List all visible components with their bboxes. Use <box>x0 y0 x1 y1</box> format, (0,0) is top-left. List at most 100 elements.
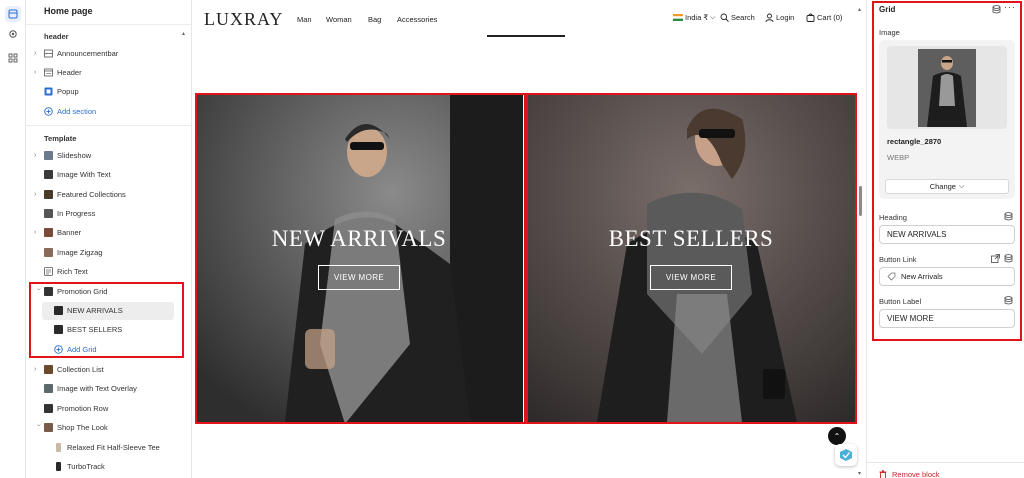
settings-gear-icon[interactable] <box>5 26 21 42</box>
sidebar-item-label: Promotion Grid <box>57 287 108 296</box>
nav-link-man[interactable]: Man <box>297 15 312 24</box>
sidebar-item-shop-the-look[interactable]: › Shop The Look <box>26 419 182 437</box>
sidebar-item-collection-list[interactable]: › Collection List <box>26 361 182 379</box>
sidebar-item-label: NEW ARRIVALS <box>67 306 123 315</box>
sidebar-item-label: Image With Text <box>57 170 111 179</box>
user-icon <box>765 13 774 22</box>
sidebar-item-label: Slideshow <box>57 151 92 160</box>
add-grid-label: Add Grid <box>67 345 97 354</box>
shop-the-look-icon <box>44 423 53 432</box>
add-section-label: Add section <box>57 107 97 116</box>
sidebar-item-promotion-grid[interactable]: › Promotion Grid <box>26 283 182 301</box>
scroll-up-arrow-icon[interactable]: ▴ <box>182 30 185 37</box>
chevron-up-icon: ⌃ <box>833 431 841 441</box>
tag-icon <box>887 272 896 281</box>
database-icon[interactable] <box>992 5 1001 14</box>
chevron-right-icon[interactable]: › <box>34 50 42 58</box>
sidebar-item-image-with-text-overlay[interactable]: Image with Text Overlay <box>26 380 182 398</box>
image-label: Image <box>879 28 900 37</box>
apps-icon[interactable] <box>5 50 21 66</box>
india-flag-icon <box>673 14 683 21</box>
chevron-down-icon[interactable]: › <box>34 288 42 296</box>
sidebar-item-best-sellers[interactable]: BEST SELLERS <box>26 321 182 339</box>
chevron-down-icon[interactable]: › <box>34 424 42 432</box>
sidebar-item-rich-text[interactable]: Rich Text <box>26 263 182 281</box>
more-options-icon[interactable]: ··· <box>1004 2 1016 12</box>
image-zigzag-icon <box>44 248 53 257</box>
sidebar-item-promotion-row[interactable]: Promotion Row <box>26 400 182 418</box>
scroll-to-top-button[interactable]: ⌃ <box>828 427 846 445</box>
sidebar-item-label: Featured Collections <box>57 190 126 199</box>
template-section-label: Template <box>44 134 77 143</box>
product-icon <box>56 443 61 452</box>
image-overlay-icon <box>44 384 53 393</box>
database-icon[interactable] <box>1004 254 1013 263</box>
nav-link-bag[interactable]: Bag <box>368 15 381 24</box>
grid-block-icon <box>54 325 63 334</box>
database-icon[interactable] <box>1004 212 1013 221</box>
image-picker[interactable]: rectangle_2870 WEBP Change ⌵ <box>879 40 1015 199</box>
sidebar-item-label: BEST SELLERS <box>67 325 123 334</box>
search-link[interactable]: Search <box>720 13 755 22</box>
add-grid-button[interactable]: Add Grid <box>26 341 182 359</box>
chevron-right-icon[interactable]: › <box>34 366 42 374</box>
remove-block-button[interactable]: Remove block <box>879 470 940 478</box>
sidebar-item-popup[interactable]: Popup <box>26 83 182 101</box>
view-more-button[interactable]: VIEW MORE <box>318 265 400 290</box>
sidebar-item-announcementbar[interactable]: › Announcementbar <box>26 45 182 63</box>
slideshow-icon <box>44 151 53 160</box>
login-link[interactable]: Login <box>765 13 794 22</box>
inspector-title: Grid <box>879 5 896 14</box>
divider <box>26 125 191 126</box>
sidebar-item-label: Image Zigzag <box>57 248 103 257</box>
search-icon <box>720 13 729 22</box>
sidebar-item-featured-collections[interactable]: › Featured Collections <box>26 186 182 204</box>
external-link-icon[interactable] <box>991 254 1000 263</box>
button-label-input[interactable]: VIEW MORE <box>879 309 1015 328</box>
nav-link-accessories[interactable]: Accessories <box>397 15 437 24</box>
chevron-right-icon[interactable]: › <box>34 69 42 77</box>
sidebar-item-image-zigzag[interactable]: Image Zigzag <box>26 244 182 262</box>
sidebar-item-image-with-text[interactable]: Image With Text <box>26 166 182 184</box>
collection-list-icon <box>44 365 53 374</box>
scroll-up-arrow-icon[interactable]: ▴ <box>858 6 861 13</box>
button-link-input[interactable]: New Arrivals <box>879 267 1015 286</box>
promo-panel-best-sellers[interactable]: BEST SELLERS VIEW MORE <box>527 94 855 422</box>
sidebar-item-label: TurboTrack <box>67 462 105 471</box>
sections-icon[interactable] <box>5 6 21 22</box>
rich-text-icon <box>44 267 53 276</box>
sidebar-item-turbotrack[interactable]: TurboTrack <box>26 458 182 476</box>
promo-panel-new-arrivals[interactable]: NEW ARRIVALS VIEW MORE <box>195 94 523 422</box>
storefront-preview: LUXRAY Man Woman Bag Accessories India ₹… <box>192 0 857 478</box>
preview-scrollbar[interactable] <box>859 186 862 216</box>
app-widget-button[interactable] <box>835 444 857 466</box>
sidebar-item-header[interactable]: › Header <box>26 64 182 82</box>
chevron-right-icon[interactable]: › <box>34 152 42 160</box>
sidebar-item-relaxed-fit-tee[interactable]: Relaxed Fit Half-Sleeve Tee <box>26 439 182 457</box>
block-inspector: Grid ··· Image rectangle_2870 WEBP Chang… <box>866 0 1024 478</box>
promotion-row-icon <box>44 404 53 413</box>
sidebar-item-new-arrivals[interactable]: NEW ARRIVALS <box>42 302 174 320</box>
sidebar-item-label: Image with Text Overlay <box>57 384 137 393</box>
sidebar-item-slideshow[interactable]: › Slideshow <box>26 147 182 165</box>
sidebar-item-in-progress[interactable]: In Progress <box>26 205 182 223</box>
heading-input[interactable]: NEW ARRIVALS <box>879 225 1015 244</box>
nav-link-woman[interactable]: Woman <box>326 15 352 24</box>
sidebar-item-banner[interactable]: › Banner <box>26 224 182 242</box>
country-selector[interactable]: India ₹ ⌵ <box>673 13 715 22</box>
cart-label: Cart (0) <box>817 13 843 22</box>
promotion-grid-icon <box>44 287 53 296</box>
scroll-down-arrow-icon[interactable]: ▾ <box>858 470 861 477</box>
button-label-label: Button Label <box>879 297 922 306</box>
database-icon[interactable] <box>1004 296 1013 305</box>
store-logo[interactable]: LUXRAY <box>204 9 283 30</box>
image-thumbnail[interactable] <box>887 46 1007 129</box>
chevron-right-icon[interactable]: › <box>34 191 42 199</box>
chevron-right-icon[interactable]: › <box>34 229 42 237</box>
cart-link[interactable]: Cart (0) <box>806 13 842 22</box>
sidebar-item-label: Popup <box>57 87 79 96</box>
change-image-button[interactable]: Change ⌵ <box>885 179 1009 194</box>
view-more-button[interactable]: VIEW MORE <box>650 265 732 290</box>
add-section-button[interactable]: Add section <box>26 103 182 121</box>
sidebar-item-label: Relaxed Fit Half-Sleeve Tee <box>67 443 160 452</box>
